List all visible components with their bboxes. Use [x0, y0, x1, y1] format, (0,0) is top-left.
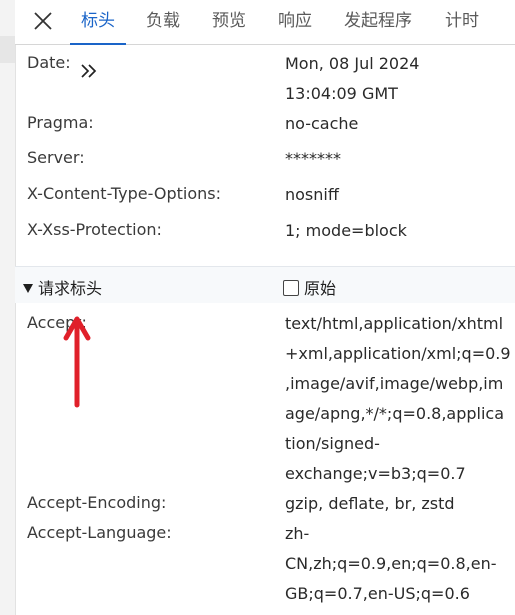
header-name: Accept: — [27, 313, 87, 332]
tab-headers[interactable]: 标头 — [70, 0, 126, 45]
header-value: text/html,application/xhtml +xml,applica… — [285, 314, 511, 483]
close-button[interactable] — [31, 9, 55, 33]
checkbox-box[interactable] — [283, 280, 299, 296]
header-name: Accept-Language: — [27, 523, 172, 542]
header-name: Accept-Encoding: — [27, 493, 167, 512]
header-name: X-Xss-Protection: — [27, 220, 162, 239]
header-name: Pragma: — [27, 113, 94, 132]
header-value: nosniff — [285, 185, 339, 204]
tab-payload[interactable]: 负载 — [146, 0, 180, 44]
header-value: gzip, deflate, br, zstd — [285, 494, 455, 513]
raw-label: 原始 — [304, 279, 337, 298]
header-value: 1; mode=block — [285, 221, 407, 240]
tab-initiator[interactable]: 发起程序 — [344, 0, 412, 44]
header-value: zh- CN,zh;q=0.9,en;q=0.8,en- GB;q=0.7,en… — [285, 524, 497, 603]
request-headers-section-header: 请求标头 原始 — [15, 266, 515, 303]
header-value: no-cache — [285, 114, 359, 133]
tab-response[interactable]: 响应 — [278, 0, 312, 44]
selected-request-marker — [0, 36, 15, 63]
triangle-down-icon — [23, 284, 33, 293]
header-value: Mon, 08 Jul 2024 13:04:09 GMT — [285, 54, 420, 103]
header-value: ******* — [285, 149, 341, 168]
raw-checkbox[interactable]: 原始 — [283, 275, 336, 299]
request-list-strip — [0, 0, 16, 615]
double-chevron-right-icon — [81, 64, 97, 78]
close-icon — [34, 12, 52, 30]
expand-button[interactable] — [79, 62, 99, 80]
header-name: Date: — [27, 53, 71, 72]
tab-timing[interactable]: 计时 — [445, 0, 479, 44]
details-tabbar: 标头 负载 预览 响应 发起程序 计时 — [15, 0, 515, 45]
devtools-network-panel: 标头 负载 预览 响应 发起程序 计时 Date: Mon, 08 Jul 20… — [0, 0, 515, 615]
request-headers-toggle[interactable]: 请求标头 — [23, 275, 102, 299]
tab-preview[interactable]: 预览 — [212, 0, 246, 44]
header-name: X-Content-Type-Options: — [27, 184, 221, 203]
header-name: Server: — [27, 148, 85, 167]
section-title: 请求标头 — [38, 279, 103, 298]
